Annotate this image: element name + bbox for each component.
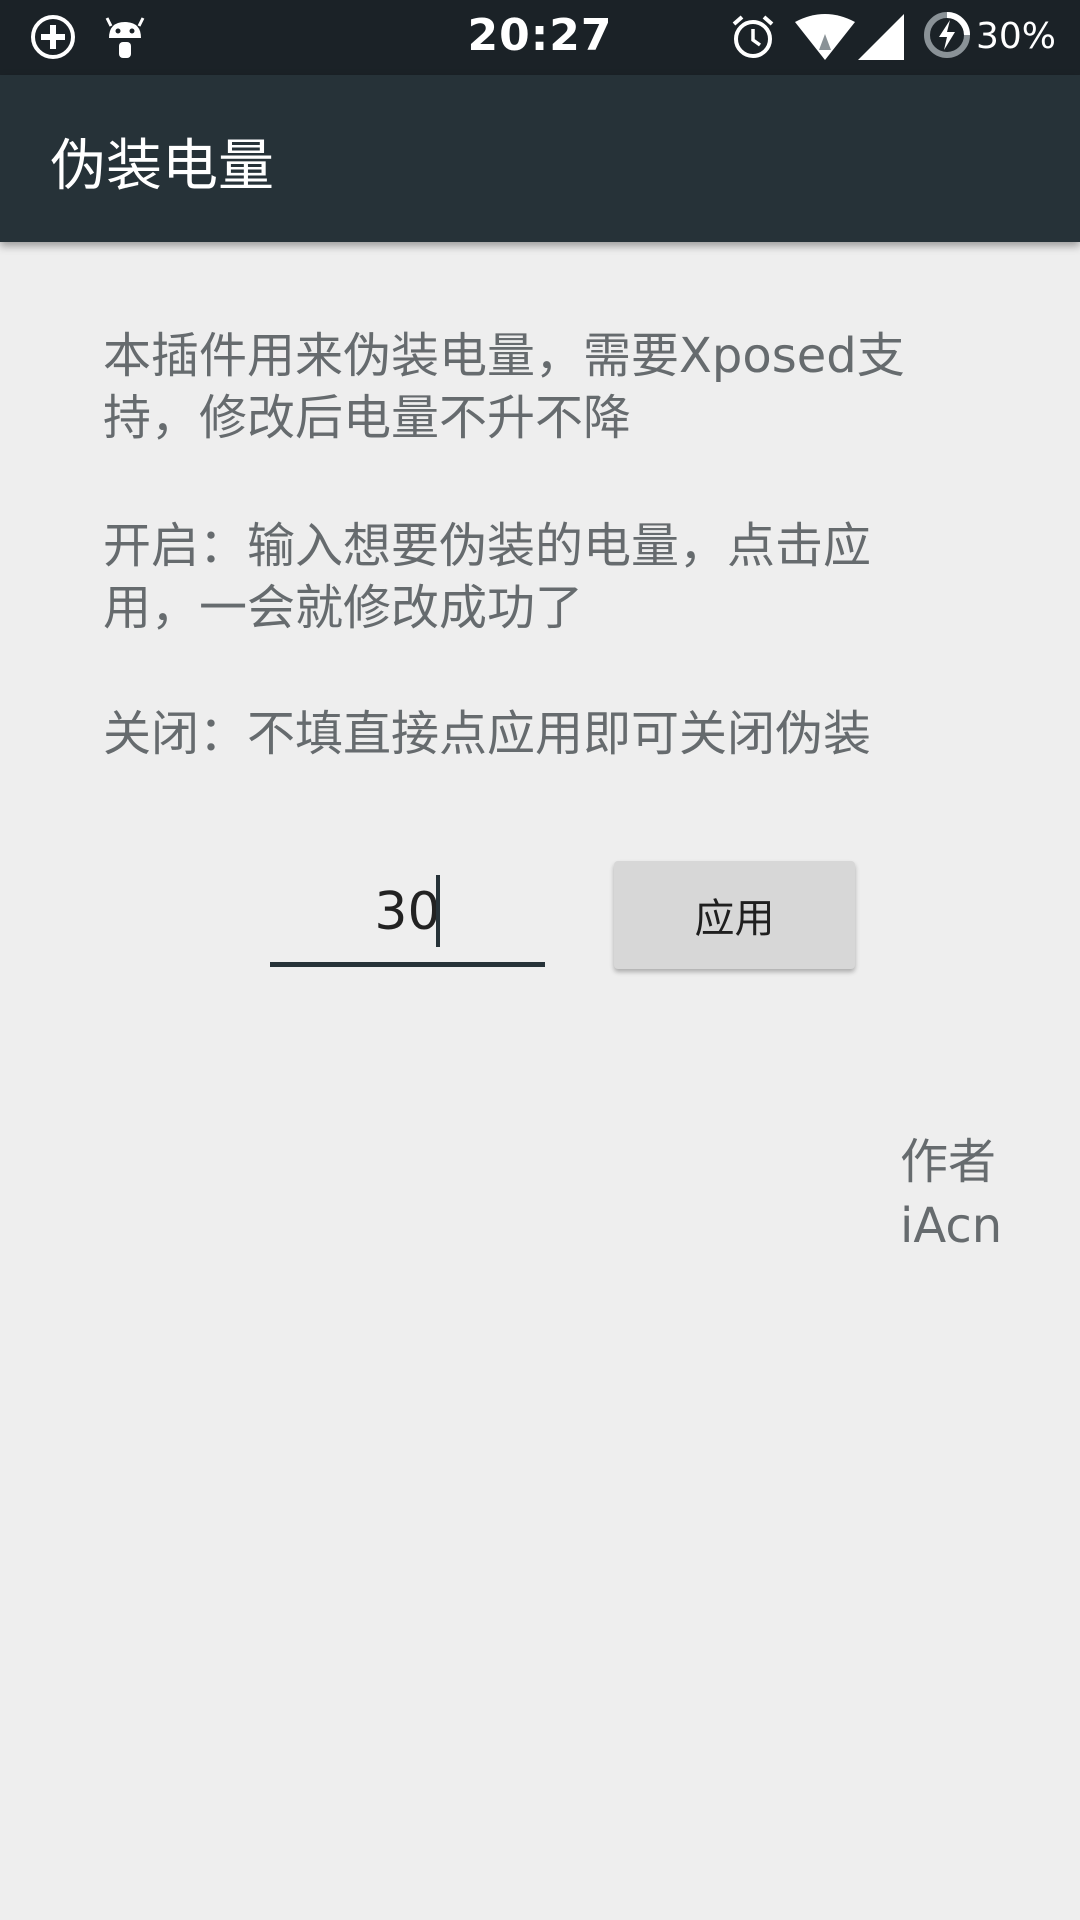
apply-button[interactable]: 应用 xyxy=(614,861,855,969)
intro-line-2: 持，修改后电量不升不降 xyxy=(103,390,632,446)
enable-line-2: 用，一会就修改成功了 xyxy=(103,580,584,636)
status-time: 20:27 xyxy=(467,10,613,61)
battery-level-field[interactable] xyxy=(270,862,545,967)
disable-instructions: 关闭：不填直接点应用即可关闭伪装 xyxy=(103,703,1003,765)
battery-charging-icon xyxy=(922,10,972,64)
intro-line-1: 本插件用来伪装电量，需要Xposed支 xyxy=(103,328,905,384)
status-bar: 20:27 30% xyxy=(0,0,1080,75)
enable-instructions: 开启：输入想要伪装的电量，点击应 用，一会就修改成功了 xyxy=(103,515,1003,639)
app-bar: 伪装电量 xyxy=(0,75,1080,242)
enable-line-1: 开启：输入想要伪装的电量，点击应 xyxy=(103,518,872,574)
disable-line: 关闭：不填直接点应用即可关闭伪装 xyxy=(103,706,872,762)
author-name: iAcn xyxy=(900,1198,1003,1254)
battery-percent: 30% xyxy=(975,16,1056,57)
page-title: 伪装电量 xyxy=(50,134,274,199)
cell-signal-icon xyxy=(858,14,904,64)
author-label: 作者 xyxy=(900,1134,997,1190)
text-cursor xyxy=(436,875,440,947)
intro-text: 本插件用来伪装电量，需要Xposed支 持，修改后电量不升不降 xyxy=(103,325,1003,449)
wifi-icon xyxy=(795,14,855,64)
author-credit: 作者 iAcn xyxy=(900,1130,1002,1258)
battery-level-input[interactable] xyxy=(270,862,545,962)
alarm-icon xyxy=(730,12,776,66)
